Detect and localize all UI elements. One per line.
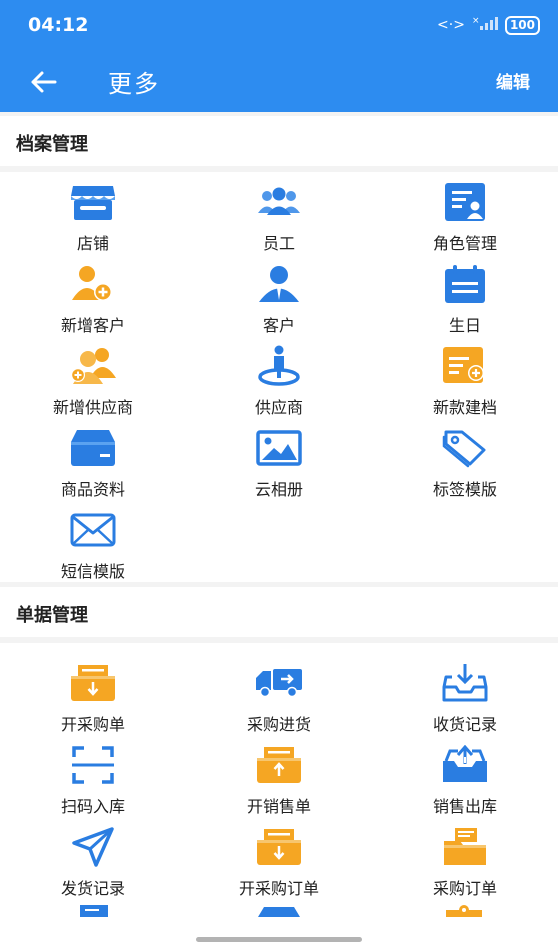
- arrow-left-icon: [31, 71, 57, 93]
- menu-item-new-item-archive[interactable]: 新款建档: [372, 336, 558, 418]
- outbox-upload-icon: [441, 741, 489, 789]
- menu-item-label: 员工: [262, 234, 295, 253]
- customer-icon: [255, 260, 303, 308]
- add-supplier-icon: [69, 342, 117, 390]
- menu-item-sms-template[interactable]: 短信模版: [0, 500, 186, 582]
- menu-item-label: 开销售单: [246, 797, 311, 816]
- menu-item-label: 销售出库: [432, 797, 497, 816]
- menu-item-open-sales-order[interactable]: 开销售单: [186, 735, 372, 817]
- status-time: 04:12: [28, 14, 89, 36]
- menu-item-open-purchase-order[interactable]: 开采购单: [0, 653, 186, 735]
- menu-item-label: 采购订单: [432, 879, 497, 898]
- back-button[interactable]: [24, 63, 62, 101]
- signal-icon: ×: [472, 15, 498, 35]
- coin-icon: [446, 905, 482, 917]
- menu-item-label: 短信模版: [60, 562, 125, 581]
- menu-item-add-customer[interactable]: 新增客户: [0, 254, 186, 336]
- photo-album-icon: [255, 424, 303, 472]
- tag-icon: [441, 424, 489, 472]
- supplier-location-icon: [255, 342, 303, 390]
- menu-item-sales-stock-out[interactable]: 销售出库: [372, 735, 558, 817]
- next-row-partial: [0, 905, 558, 925]
- svg-text:×: ×: [472, 16, 480, 26]
- menu-item-store[interactable]: 店铺: [0, 172, 186, 254]
- menu-item-label: 扫码入库: [60, 797, 125, 816]
- menu-item-customer[interactable]: 客户: [186, 254, 372, 336]
- menu-item-label: 收货记录: [432, 715, 497, 734]
- section-header-archive: 档案管理: [0, 116, 558, 166]
- section-documents-grid: 开采购单 采购进货 收货记录 扫码入库 开销售单 销售出库 发货记录 开采购订单…: [0, 643, 558, 950]
- menu-item-label: 采购进货: [246, 715, 311, 734]
- menu-item-purchase-booking-list[interactable]: 采购订单: [372, 817, 558, 899]
- menu-item-label: 发货记录: [60, 879, 125, 898]
- menu-item-label: 新增供应商: [52, 398, 133, 417]
- menu-item-label: 新款建档: [432, 398, 497, 417]
- new-item-doc-icon: [441, 342, 489, 390]
- menu-item-scan-stock-in[interactable]: 扫码入库: [0, 735, 186, 817]
- store-icon: [69, 178, 117, 226]
- menu-item-add-supplier[interactable]: 新增供应商: [0, 336, 186, 418]
- menu-item-label: 开采购订单: [238, 879, 319, 898]
- app-bar: 更多 编辑: [0, 52, 558, 112]
- section-header-documents: 单据管理: [0, 587, 558, 637]
- menu-item-tag-template[interactable]: 标签模版: [372, 418, 558, 500]
- menu-item-open-purchase-booking[interactable]: 开采购订单: [186, 817, 372, 899]
- menu-item-label: 角色管理: [432, 234, 497, 253]
- menu-item-purchase-stock-in[interactable]: 采购进货: [186, 653, 372, 735]
- menu-item-product-info[interactable]: 商品资料: [0, 418, 186, 500]
- edit-button[interactable]: 编辑: [496, 68, 530, 93]
- menu-item-shipping-records[interactable]: 发货记录: [0, 817, 186, 899]
- menu-item-birthday[interactable]: 生日: [372, 254, 558, 336]
- menu-item-supplier[interactable]: 供应商: [186, 336, 372, 418]
- status-icons: <·> × 100: [437, 15, 540, 35]
- battery-icon: 100: [504, 15, 540, 35]
- document-icon: [80, 905, 108, 917]
- menu-item-label: 商品资料: [60, 480, 125, 499]
- staff-icon: [255, 178, 303, 226]
- menu-item-label: 供应商: [254, 398, 303, 417]
- menu-item-label: 店铺: [76, 234, 109, 253]
- menu-item-cloud-album[interactable]: 云相册: [186, 418, 372, 500]
- section-title: 档案管理: [16, 134, 88, 155]
- menu-item-role-management[interactable]: 角色管理: [372, 172, 558, 254]
- scan-icon: [69, 741, 117, 789]
- role-card-icon: [441, 178, 489, 226]
- envelope-icon: [69, 506, 117, 554]
- menu-item-label: 标签模版: [432, 480, 497, 499]
- menu-item-label: 生日: [448, 316, 481, 335]
- section-archive-grid: 店铺 员工 角色管理 新增客户 客户 生日 新增供应商 供应商 新款建档 商品资…: [0, 172, 558, 582]
- menu-item-label: 客户: [262, 316, 295, 335]
- product-box-icon: [69, 424, 117, 472]
- tray-icon: [258, 907, 300, 917]
- page-title: 更多: [108, 70, 160, 98]
- menu-item-receipt-records[interactable]: 收货记录: [372, 653, 558, 735]
- send-icon: [69, 823, 117, 871]
- section-title: 单据管理: [16, 605, 88, 626]
- menu-item-label: 云相册: [254, 480, 303, 499]
- folder-doc-icon: [441, 823, 489, 871]
- delivery-truck-icon: [255, 659, 303, 707]
- purchase-booking-icon: [255, 823, 303, 871]
- status-bar: 04:12 <·> × 100: [0, 0, 558, 52]
- sales-order-icon: [255, 741, 303, 789]
- add-customer-icon: [69, 260, 117, 308]
- menu-item-label: 开采购单: [60, 715, 125, 734]
- home-indicator[interactable]: [196, 937, 362, 942]
- menu-item-staff[interactable]: 员工: [186, 172, 372, 254]
- menu-item-label: 新增客户: [60, 316, 125, 335]
- inbox-download-icon: [441, 659, 489, 707]
- calendar-icon: [441, 260, 489, 308]
- purchase-order-icon: [69, 659, 117, 707]
- data-transfer-icon: <·>: [437, 17, 465, 33]
